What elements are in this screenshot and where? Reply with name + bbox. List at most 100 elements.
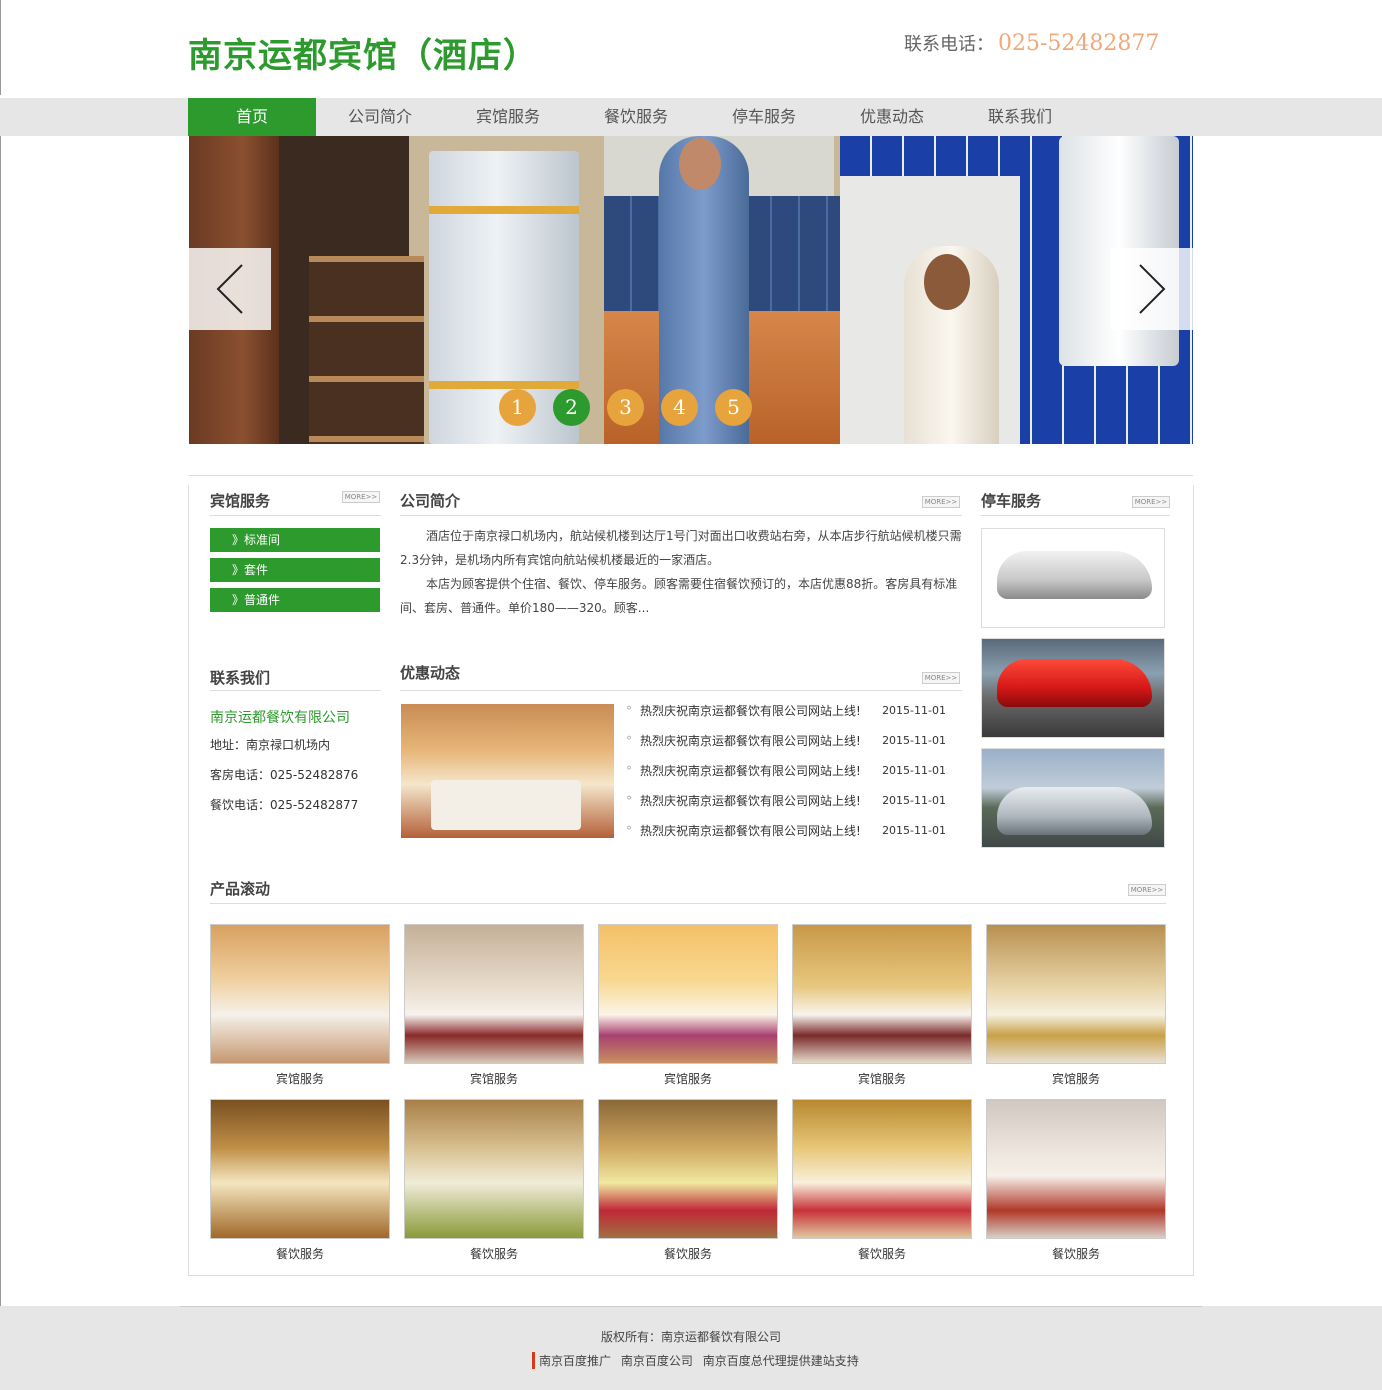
contact-room-phone: 客房电话：025-52482876 bbox=[210, 768, 359, 782]
product-image[interactable] bbox=[210, 924, 390, 1064]
nav-item-promotions[interactable]: 优惠动态 bbox=[828, 98, 956, 136]
product-image[interactable] bbox=[598, 924, 778, 1064]
promotion-title: 热烈庆祝南京运都餐饮有限公司网站上线! bbox=[626, 760, 861, 790]
intro-text: 酒店位于南京禄口机场内，航站候机楼到达厅1号门对面出口收费站右旁，从本店步行航站… bbox=[400, 524, 962, 620]
nav-item-dining[interactable]: 餐饮服务 bbox=[572, 98, 700, 136]
banner-prev-button[interactable] bbox=[189, 248, 271, 330]
divider bbox=[981, 515, 1170, 516]
main-nav-bar: 首页 公司简介 宾馆服务 餐饮服务 停车服务 优惠动态 联系我们 bbox=[0, 98, 1382, 136]
contact-title: 联系我们 bbox=[210, 669, 271, 687]
intro-title: 公司简介 bbox=[400, 492, 461, 510]
footer-link[interactable]: 南京百度总代理提供建站支持 bbox=[703, 1354, 859, 1368]
banner-dot-5[interactable]: 5 bbox=[715, 389, 752, 426]
hotel-services-more-button[interactable]: MORE>> bbox=[342, 491, 380, 503]
product-label[interactable]: 宾馆服务 bbox=[210, 1070, 390, 1087]
site-title[interactable]: 南京运都宾馆（酒店） bbox=[188, 28, 538, 77]
promotion-title: 热烈庆祝南京运都餐饮有限公司网站上线! bbox=[626, 820, 861, 850]
product-image[interactable] bbox=[598, 1099, 778, 1239]
product-image[interactable] bbox=[792, 1099, 972, 1239]
banner-dot-2[interactable]: 2 bbox=[553, 389, 590, 426]
parking-image[interactable] bbox=[981, 528, 1165, 628]
product-label[interactable]: 宾馆服务 bbox=[404, 1070, 584, 1087]
product-label[interactable]: 餐饮服务 bbox=[404, 1245, 584, 1262]
products-title: 产品滚动 bbox=[210, 880, 271, 898]
product-label[interactable]: 餐饮服务 bbox=[210, 1245, 390, 1262]
service-link-regular[interactable]: 》普通件 bbox=[210, 588, 380, 612]
intro-paragraph: 本店为顾客提供个住宿、餐饮、停车服务。顾客需要住宿餐饮预订的，本店优惠88折。客… bbox=[400, 577, 958, 615]
product-label[interactable]: 餐饮服务 bbox=[598, 1245, 778, 1262]
promotions-title: 优惠动态 bbox=[400, 664, 461, 682]
promotion-item[interactable]: 热烈庆祝南京运都餐饮有限公司网站上线! 2015-11-01 bbox=[626, 700, 962, 730]
main-nav: 首页 公司简介 宾馆服务 餐饮服务 停车服务 优惠动态 联系我们 bbox=[188, 98, 1084, 136]
promotion-item[interactable]: 热烈庆祝南京运都餐饮有限公司网站上线! 2015-11-01 bbox=[626, 730, 962, 760]
product-image[interactable] bbox=[404, 924, 584, 1064]
banner-dot-4[interactable]: 4 bbox=[661, 389, 698, 426]
banner-dot-1[interactable]: 1 bbox=[499, 389, 536, 426]
nav-item-contact[interactable]: 联系我们 bbox=[956, 98, 1084, 136]
divider bbox=[400, 515, 962, 516]
intro-more-button[interactable]: MORE>> bbox=[922, 496, 960, 508]
copyright: 版权所有：南京运都餐饮有限公司 bbox=[600, 1330, 781, 1344]
banner-slider: 1 2 3 4 5 bbox=[189, 136, 1193, 444]
divider bbox=[210, 515, 381, 516]
banner-next-button[interactable] bbox=[1111, 248, 1193, 330]
product-label[interactable]: 宾馆服务 bbox=[792, 1070, 972, 1087]
product-image[interactable] bbox=[404, 1099, 584, 1239]
banner-image bbox=[924, 254, 970, 310]
chevron-right-icon bbox=[1139, 264, 1166, 314]
product-label[interactable]: 宾馆服务 bbox=[986, 1070, 1166, 1087]
footer-link[interactable]: 南京百度推广 bbox=[539, 1354, 611, 1368]
banner-image bbox=[429, 206, 579, 214]
product-label[interactable]: 餐饮服务 bbox=[986, 1245, 1166, 1262]
footer-link[interactable]: 南京百度公司 bbox=[621, 1354, 693, 1368]
hotel-services-title: 宾馆服务 bbox=[210, 492, 271, 510]
promotion-title: 热烈庆祝南京运都餐饮有限公司网站上线! bbox=[626, 790, 861, 820]
nav-item-parking[interactable]: 停车服务 bbox=[700, 98, 828, 136]
parking-image[interactable] bbox=[981, 748, 1165, 848]
product-label[interactable]: 宾馆服务 bbox=[598, 1070, 778, 1087]
chevron-left-icon bbox=[216, 264, 243, 314]
divider bbox=[180, 1306, 1202, 1307]
divider bbox=[400, 690, 962, 691]
footer-links: 南京百度推广 南京百度公司 南京百度总代理提供建站支持 bbox=[532, 1352, 865, 1369]
product-image[interactable] bbox=[986, 1099, 1166, 1239]
banner-image bbox=[309, 256, 424, 444]
promotion-item[interactable]: 热烈庆祝南京运都餐饮有限公司网站上线! 2015-11-01 bbox=[626, 820, 962, 850]
products-more-button[interactable]: MORE>> bbox=[1128, 884, 1166, 896]
site-footer: 版权所有：南京运都餐饮有限公司 南京百度推广 南京百度公司 南京百度总代理提供建… bbox=[0, 1306, 1382, 1390]
promotion-date: 2015-11-01 bbox=[882, 824, 946, 837]
promotions-more-button[interactable]: MORE>> bbox=[922, 672, 960, 684]
nav-item-hotel-services[interactable]: 宾馆服务 bbox=[444, 98, 572, 136]
promotion-item[interactable]: 热烈庆祝南京运都餐饮有限公司网站上线! 2015-11-01 bbox=[626, 760, 962, 790]
promotion-title: 热烈庆祝南京运都餐饮有限公司网站上线! bbox=[626, 730, 861, 760]
phone-label: 联系电话： bbox=[904, 34, 994, 55]
promotion-date: 2015-11-01 bbox=[882, 794, 946, 807]
car-image bbox=[997, 787, 1152, 835]
contact-phone: 联系电话： 025-52482877 bbox=[904, 30, 1159, 56]
contact-address: 地址：南京禄口机场内 bbox=[210, 738, 331, 752]
promotion-title: 热烈庆祝南京运都餐饮有限公司网站上线! bbox=[626, 700, 861, 730]
product-image[interactable] bbox=[210, 1099, 390, 1239]
promotion-image bbox=[431, 780, 581, 830]
parking-image[interactable] bbox=[981, 638, 1165, 738]
promotion-date: 2015-11-01 bbox=[882, 704, 946, 717]
service-link-suite[interactable]: 》套件 bbox=[210, 558, 380, 582]
product-label[interactable]: 餐饮服务 bbox=[792, 1245, 972, 1262]
product-image[interactable] bbox=[792, 924, 972, 1064]
parking-more-button[interactable]: MORE>> bbox=[1132, 496, 1170, 508]
banner-image bbox=[429, 381, 579, 389]
divider bbox=[210, 903, 1166, 904]
promotion-item[interactable]: 热烈庆祝南京运都餐饮有限公司网站上线! 2015-11-01 bbox=[626, 790, 962, 820]
divider bbox=[210, 690, 381, 691]
contact-dining-phone: 餐饮电话：025-52482877 bbox=[210, 798, 359, 812]
page-edge bbox=[0, 0, 1, 95]
car-image bbox=[997, 551, 1152, 599]
banner-pagination: 1 2 3 4 5 bbox=[499, 389, 752, 426]
banner-image bbox=[679, 138, 721, 190]
banner-dot-3[interactable]: 3 bbox=[607, 389, 644, 426]
nav-item-home[interactable]: 首页 bbox=[188, 98, 316, 136]
service-link-standard[interactable]: 》标准间 bbox=[210, 528, 380, 552]
product-image[interactable] bbox=[986, 924, 1166, 1064]
nav-item-about[interactable]: 公司简介 bbox=[316, 98, 444, 136]
promotion-list: 热烈庆祝南京运都餐饮有限公司网站上线! 2015-11-01 热烈庆祝南京运都餐饮… bbox=[626, 700, 962, 850]
